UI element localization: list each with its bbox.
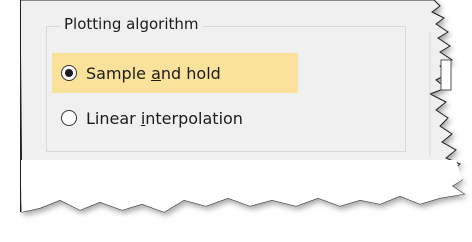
radio-selected-icon[interactable] bbox=[61, 65, 77, 81]
radio-label-linear-interpolation: Linear interpolation bbox=[86, 108, 243, 128]
radio-dot bbox=[65, 69, 73, 77]
screenshot-fragment: Plotting algorithm Sample and hold Linea… bbox=[0, 0, 472, 242]
radio-unselected-icon[interactable] bbox=[61, 110, 77, 126]
radio-sample-and-hold[interactable]: Sample and hold bbox=[52, 53, 298, 93]
left-margin bbox=[0, 0, 20, 242]
radio-label-sample-and-hold: Sample and hold bbox=[86, 63, 221, 83]
adjacent-control bbox=[440, 59, 452, 91]
accelerator-key: a bbox=[151, 63, 161, 83]
radio-linear-interpolation[interactable]: Linear interpolation bbox=[52, 98, 312, 138]
groupbox-title: Plotting algorithm bbox=[60, 13, 203, 35]
status-strip bbox=[20, 160, 464, 212]
left-edge bbox=[20, 0, 21, 212]
